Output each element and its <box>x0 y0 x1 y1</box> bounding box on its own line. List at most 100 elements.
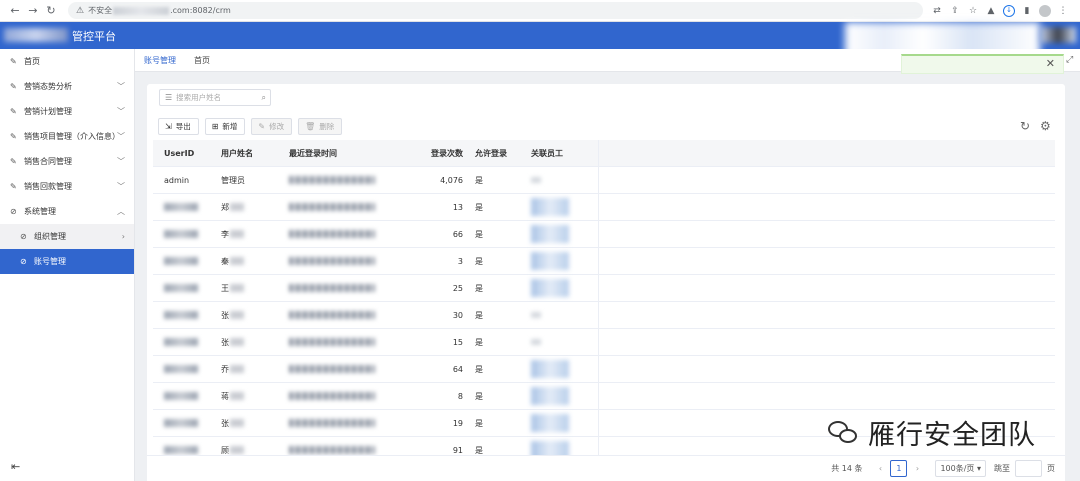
sidebar-item-home[interactable]: ✎ 首页 <box>0 49 134 74</box>
sidepanel-icon[interactable]: ▮ <box>1021 6 1033 16</box>
cell-userid <box>153 365 221 374</box>
cell-allow-login: 是 <box>475 445 483 455</box>
table-row[interactable]: 王 25 是 <box>153 275 1055 302</box>
cell-linked-employee <box>531 279 594 297</box>
table-row[interactable]: 乔 64 是 <box>153 356 1055 383</box>
sidebar-item-system-management[interactable]: ⊘ 系统管理 ︿ <box>0 199 134 224</box>
export-icon: ⇲ <box>165 122 172 131</box>
redacted-userid <box>164 203 198 211</box>
download-icon[interactable]: ↓ <box>1003 4 1015 17</box>
redacted-name <box>230 419 244 427</box>
redacted-login-time <box>289 392 375 400</box>
current-page[interactable]: 1 <box>890 460 908 477</box>
url-text: .com:8082/crm <box>170 6 231 15</box>
cell-userid: admin <box>164 175 190 185</box>
close-icon[interactable]: ✕ <box>1046 57 1055 70</box>
edit-button[interactable]: ✎ 修改 <box>251 118 293 135</box>
sidebar-item-sales-payment[interactable]: ✎ 销售回款管理 ﹀ <box>0 174 134 199</box>
refresh-icon[interactable]: ↻ <box>1020 119 1030 133</box>
header-last-login[interactable]: 最近登录时间 <box>289 148 406 159</box>
sidebar-item-sales-contract[interactable]: ✎ 销售合同管理 ﹀ <box>0 149 134 174</box>
user-avatar-redacted[interactable] <box>1040 27 1076 43</box>
delete-button[interactable]: 🗑 删除 <box>298 118 343 135</box>
chevron-down-icon: ﹀ <box>117 182 125 191</box>
cell-login-count: 19 <box>452 418 463 428</box>
translate-icon[interactable]: ⇄ <box>931 6 943 16</box>
redacted-userid <box>164 419 198 427</box>
forward-icon[interactable]: → <box>24 4 42 17</box>
column-divider <box>598 140 599 480</box>
cell-allow-login: 是 <box>475 283 483 293</box>
address-bar[interactable]: ⚠ 不安全 .com:8082/crm <box>68 2 923 19</box>
wechat-icon <box>826 417 862 447</box>
cell-name: 张 <box>221 310 289 321</box>
redacted-employee <box>531 360 569 378</box>
table-row[interactable]: 张 30 是 <box>153 302 1055 329</box>
cell-name: 蒋 <box>221 391 289 402</box>
header-allow-login[interactable]: 允许登录 <box>463 148 531 159</box>
add-button[interactable]: ⊞ 新增 <box>204 118 246 135</box>
toolbar: ⇲ 导出 ⊞ 新增 ✎ 修改 🗑 删除 <box>158 118 343 135</box>
platform-title: 管控平台 <box>72 30 116 43</box>
flask-icon[interactable]: ▲ <box>985 6 997 16</box>
sidebar-item-org-management[interactable]: ⊘ 组织管理 › <box>0 224 134 249</box>
redacted-employee <box>531 312 541 318</box>
cell-name: 李 <box>221 229 289 240</box>
edit-label: 修改 <box>269 122 285 131</box>
table-row[interactable]: 李 66 是 <box>153 221 1055 248</box>
header-userid[interactable]: UserID <box>153 149 221 158</box>
cell-name: 乔 <box>221 364 289 375</box>
sidebar-item-sales-project[interactable]: ✎ 销售项目管理（介入信息） ﹀ <box>0 124 134 149</box>
redacted-login-time <box>289 446 375 454</box>
header-linked-employee[interactable]: 关联员工 <box>531 148 594 159</box>
sidebar-item-label: 系统管理 <box>24 207 56 216</box>
cell-last-login <box>289 311 406 320</box>
header-login-count[interactable]: 登录次数 <box>406 148 463 159</box>
redacted-userid <box>164 311 198 319</box>
cell-linked-employee <box>531 360 594 378</box>
tab-account-management[interactable]: 账号管理 <box>144 55 176 66</box>
cell-userid <box>153 203 221 212</box>
cell-last-login <box>289 230 406 239</box>
table-row[interactable]: 蒋 8 是 <box>153 383 1055 410</box>
cell-allow-login: 是 <box>475 418 483 428</box>
table-row[interactable]: 郑 13 是 <box>153 194 1055 221</box>
cell-login-count: 3 <box>457 256 463 266</box>
page-size-select[interactable]: 100条/页 ▾ <box>935 460 986 477</box>
table-row[interactable]: 张 15 是 <box>153 329 1055 356</box>
redacted-name <box>230 365 244 373</box>
browser-menu-icon[interactable]: ⋮ <box>1057 6 1069 16</box>
cell-login-count: 66 <box>452 229 463 239</box>
table-row[interactable]: 秦 3 是 <box>153 248 1055 275</box>
next-page-icon[interactable]: › <box>910 464 924 473</box>
search-icon[interactable]: ⌕ <box>262 93 266 103</box>
export-button[interactable]: ⇲ 导出 <box>158 118 199 135</box>
expand-icon[interactable]: ⤢ <box>1066 55 1073 65</box>
star-icon[interactable]: ☆ <box>967 6 979 16</box>
share-icon[interactable]: ⇪ <box>949 6 961 16</box>
cell-login-count: 15 <box>452 337 463 347</box>
cell-userid <box>153 230 221 239</box>
cell-name-text: 郑 <box>221 202 229 212</box>
tab-home[interactable]: 首页 <box>194 55 210 66</box>
prev-page-icon[interactable]: ‹ <box>873 464 887 473</box>
cell-login-count: 30 <box>452 310 463 320</box>
header-name[interactable]: 用户姓名 <box>221 148 289 159</box>
cell-last-login <box>289 338 406 347</box>
redacted-employee <box>531 198 569 216</box>
sidebar-collapse-icon[interactable]: ⇤ <box>11 460 20 473</box>
redacted-employee <box>531 279 569 297</box>
sidebar-item-account-management[interactable]: ⊘ 账号管理 <box>0 249 134 274</box>
sidebar-item-marketing-plan[interactable]: ✎ 营销计划管理 ﹀ <box>0 99 134 124</box>
settings-icon[interactable]: ⚙ <box>1040 119 1051 133</box>
back-icon[interactable]: ← <box>6 4 24 17</box>
reload-icon[interactable]: ↻ <box>42 4 60 17</box>
search-input[interactable]: ☰ 搜索用户姓名 ⌕ <box>159 89 271 106</box>
profile-icon[interactable] <box>1039 4 1051 17</box>
sidebar-item-marketing-analysis[interactable]: ✎ 营销态势分析 ﹀ <box>0 74 134 99</box>
redacted-userid <box>164 338 198 346</box>
table-row[interactable]: admin 管理员 4,076 是 <box>153 167 1055 194</box>
jump-page-input[interactable] <box>1015 460 1042 477</box>
sidebar-item-label: 销售项目管理（介入信息） <box>24 132 120 141</box>
redacted-login-time <box>289 365 375 373</box>
